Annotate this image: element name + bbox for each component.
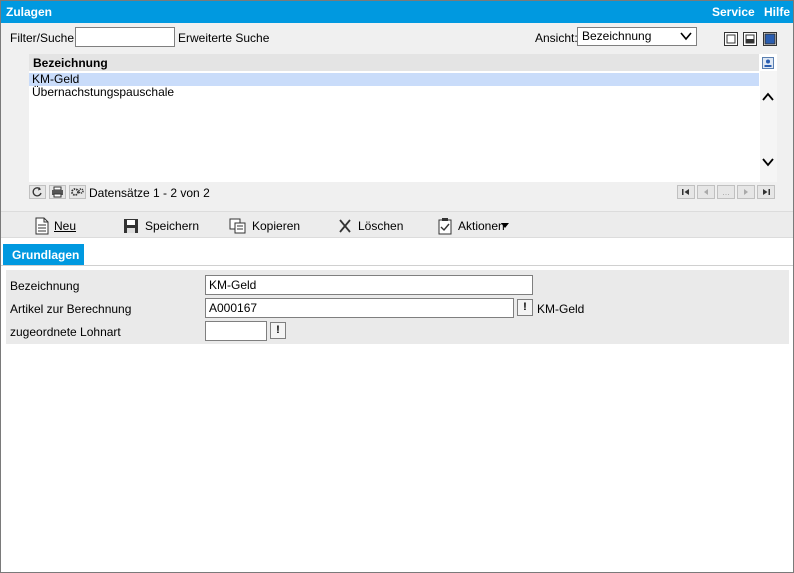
menu-service[interactable]: Service — [712, 5, 755, 19]
wagetype-field[interactable] — [205, 321, 267, 341]
copy-icon — [229, 218, 246, 234]
actions-menu-button[interactable]: Aktionen — [437, 217, 517, 235]
caret-down-icon — [501, 223, 509, 228]
copy-button-label: Kopieren — [252, 219, 301, 233]
view-label: Ansicht: — [535, 31, 578, 45]
clipboard-check-icon — [438, 218, 452, 235]
wagetype-label: zugeordnete Lohnart — [10, 325, 121, 339]
tab-divider — [1, 265, 793, 266]
new-document-icon — [35, 217, 49, 235]
save-disk-icon — [124, 219, 138, 233]
list-scrollbar[interactable] — [760, 71, 777, 182]
column-header-bezeichnung[interactable]: Bezeichnung — [29, 54, 759, 71]
filter-label: Filter/Suche: — [10, 31, 78, 45]
action-toolbar: Neu Speichern Kopieren Löschen Aktionen — [1, 211, 793, 238]
record-list: Bezeichnung KM-Geld Übernachstungspausch… — [29, 54, 777, 182]
view-select-value: Bezeichnung — [582, 29, 652, 43]
close-x-icon — [339, 219, 351, 233]
article-lookup-button[interactable]: ! — [517, 299, 533, 316]
list-panel: Bezeichnung KM-Geld Übernachstungspausch… — [1, 51, 793, 211]
save-button-label: Speichern — [145, 219, 200, 233]
article-info: KM-Geld — [537, 302, 585, 316]
title-bar: Zulagen Service Hilfe — [1, 1, 793, 23]
column-chooser-icon[interactable] — [762, 57, 774, 69]
name-field[interactable] — [205, 275, 533, 295]
delete-button-label: Löschen — [358, 219, 404, 233]
wagetype-lookup-button[interactable]: ! — [270, 322, 286, 339]
article-field[interactable] — [205, 298, 514, 318]
layout-single-icon[interactable] — [724, 32, 738, 46]
refresh-icon[interactable] — [29, 185, 46, 199]
save-button[interactable]: Speichern — [123, 217, 203, 235]
extended-search-link[interactable]: Erweiterte Suche — [178, 31, 269, 45]
delete-button[interactable]: Löschen — [337, 217, 407, 235]
new-button-label: Neu — [54, 219, 77, 233]
scroll-down-icon[interactable] — [761, 155, 775, 169]
menu-help[interactable]: Hilfe — [764, 5, 790, 19]
prev-page-icon[interactable] — [697, 185, 715, 199]
filter-bar: Filter/Suche: Erweiterte Suche Ansicht: … — [1, 23, 793, 51]
name-label: Bezeichnung — [10, 279, 80, 293]
scroll-up-icon[interactable] — [761, 90, 775, 104]
tab-grundlagen[interactable]: Grundlagen — [3, 244, 84, 266]
first-page-icon[interactable] — [677, 185, 695, 199]
chevron-down-icon — [680, 32, 692, 41]
view-select[interactable]: Bezeichnung — [577, 27, 697, 46]
page-ellipsis[interactable]: ... — [717, 185, 735, 199]
layout-detail-icon[interactable] — [763, 32, 777, 46]
layout-split-icon[interactable] — [743, 32, 757, 46]
copy-button[interactable]: Kopieren — [229, 217, 309, 235]
article-label: Artikel zur Berechnung — [10, 302, 132, 316]
settings-gear-icon[interactable] — [69, 185, 86, 199]
filter-input[interactable] — [75, 27, 175, 47]
new-button[interactable]: Neu — [34, 217, 94, 235]
list-item[interactable]: Übernachstungspauschale — [29, 86, 759, 99]
record-count: Datensätze 1 - 2 von 2 — [89, 186, 210, 200]
actions-menu-label: Aktionen — [458, 219, 505, 233]
next-page-icon[interactable] — [737, 185, 755, 199]
last-page-icon[interactable] — [757, 185, 775, 199]
print-icon[interactable] — [49, 185, 66, 199]
detail-form: Bezeichnung Artikel zur Berechnung ! KM-… — [6, 270, 789, 344]
window-title: Zulagen — [6, 5, 53, 19]
